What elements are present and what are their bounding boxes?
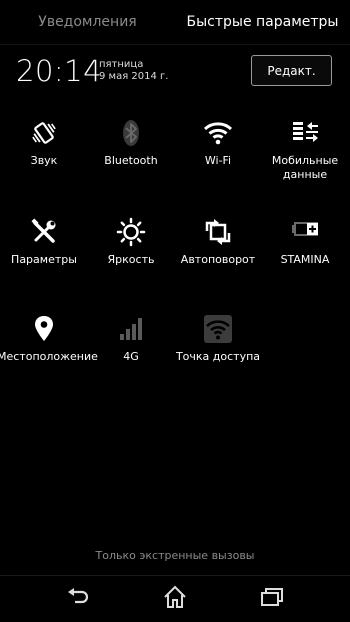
tile-label: Wi-Fi bbox=[204, 154, 232, 167]
tile-hotspot[interactable]: Точка доступа bbox=[175, 314, 261, 394]
tile-bluetooth[interactable]: Bluetooth bbox=[88, 118, 174, 198]
tile-label: Точка доступа bbox=[175, 350, 261, 363]
tile-4g[interactable]: 4G bbox=[88, 314, 174, 394]
clock-date-text: 9 мая 2014 г. bbox=[99, 71, 169, 82]
navigation-bar bbox=[0, 575, 350, 622]
tile-stamina[interactable]: STAMINA bbox=[262, 217, 348, 297]
tab-quick-settings[interactable]: Быстрые параметры bbox=[175, 0, 350, 44]
tile-label: Параметры bbox=[11, 253, 77, 266]
tile-label: Звук bbox=[30, 154, 58, 167]
stamina-battery-icon bbox=[290, 217, 320, 247]
tile-label: Местоположение bbox=[0, 350, 98, 363]
back-button[interactable] bbox=[58, 584, 98, 614]
home-icon bbox=[162, 584, 188, 614]
tile-label: 4G bbox=[123, 350, 139, 363]
edit-button[interactable]: Редакт. bbox=[251, 55, 332, 86]
tile-label: Мобильные данные bbox=[271, 154, 339, 181]
settings-tools-icon bbox=[29, 217, 59, 247]
tile-settings[interactable]: Параметры bbox=[1, 217, 87, 297]
auto-rotate-icon bbox=[203, 217, 233, 247]
tile-location[interactable]: Местоположение bbox=[0, 314, 98, 394]
tile-label: Яркость bbox=[107, 253, 155, 266]
tile-auto-rotate[interactable]: Автоповорот bbox=[175, 217, 261, 297]
back-icon bbox=[65, 584, 91, 614]
mobile-data-icon bbox=[290, 118, 320, 148]
tabs-divider bbox=[0, 44, 350, 45]
recent-apps-button[interactable] bbox=[252, 584, 292, 614]
hotspot-icon bbox=[203, 314, 233, 344]
tile-wifi[interactable]: Wi-Fi bbox=[175, 118, 261, 198]
tile-label: Bluetooth bbox=[104, 154, 158, 167]
tile-mobile-data[interactable]: Мобильные данные bbox=[262, 118, 348, 198]
recent-apps-icon bbox=[259, 584, 285, 614]
home-button[interactable] bbox=[155, 584, 195, 614]
tab-notifications[interactable]: Уведомления bbox=[0, 0, 175, 44]
location-icon bbox=[29, 314, 59, 344]
emergency-calls-status: Только экстренные вызовы bbox=[95, 549, 255, 562]
clock-time: 20:14 bbox=[16, 54, 103, 88]
clock-date: пятница 9 мая 2014 г. bbox=[99, 59, 199, 83]
clock-weekday: пятница bbox=[99, 59, 144, 70]
tile-brightness[interactable]: Яркость bbox=[88, 217, 174, 297]
wifi-icon bbox=[203, 118, 233, 148]
quick-panel-tabs: Уведомления Быстрые параметры bbox=[0, 0, 350, 44]
vibrate-icon bbox=[29, 118, 59, 148]
brightness-icon bbox=[116, 217, 146, 247]
tile-label: STAMINA bbox=[280, 253, 330, 266]
bluetooth-icon bbox=[116, 118, 146, 148]
signal-4g-icon bbox=[116, 314, 146, 344]
tile-sound[interactable]: Звук bbox=[1, 118, 87, 198]
tile-label: Автоповорот bbox=[180, 253, 256, 266]
